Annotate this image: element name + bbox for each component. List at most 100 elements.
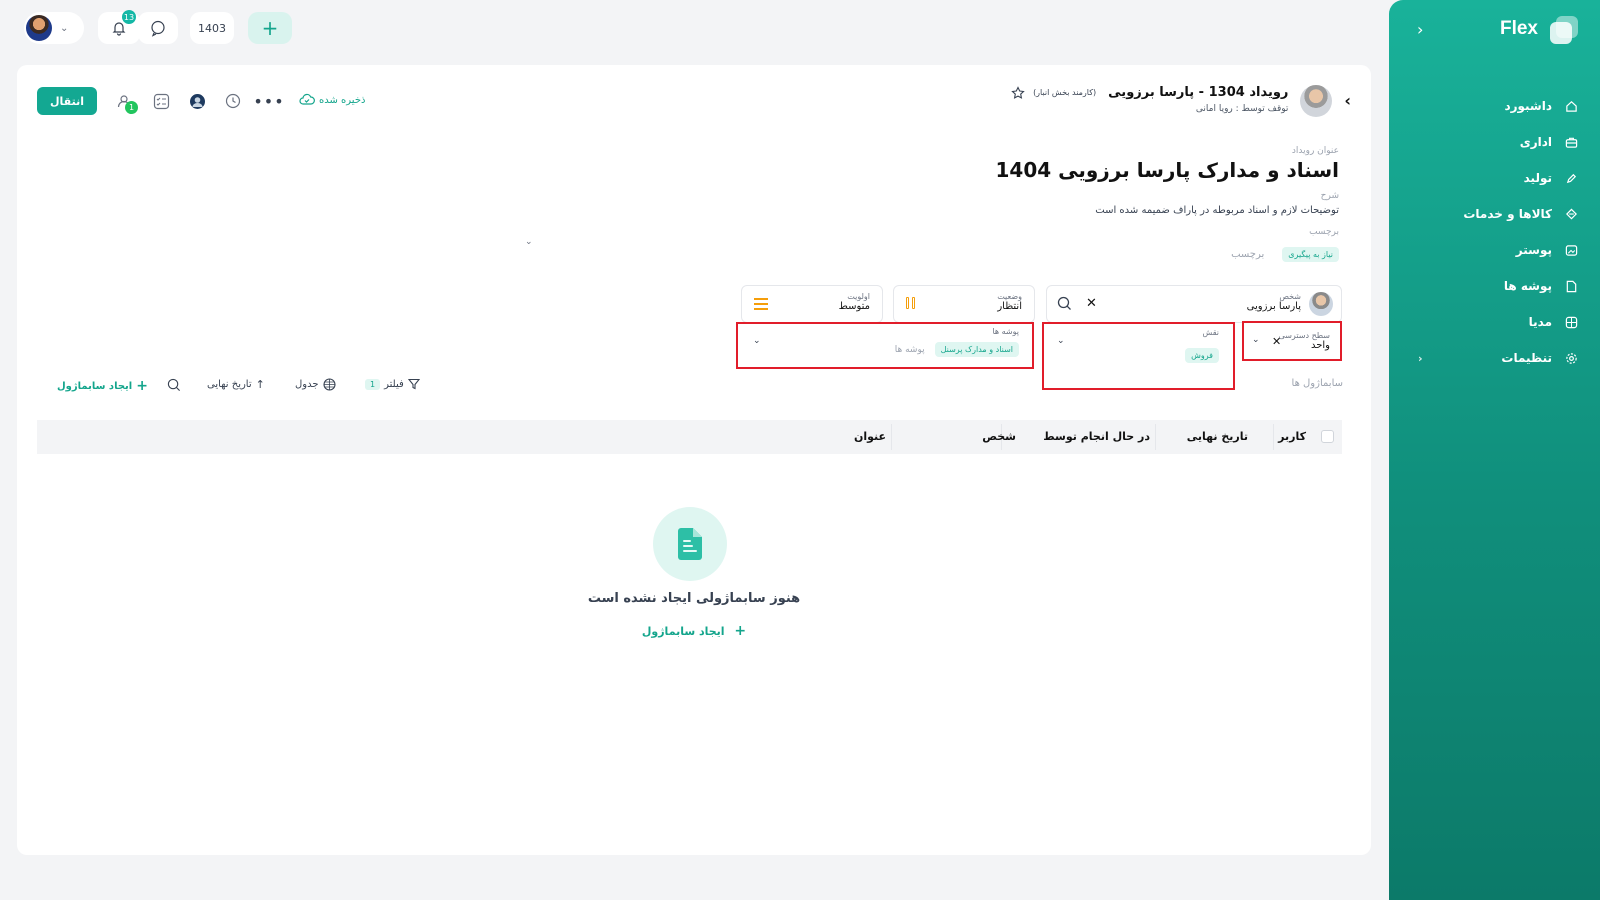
briefcase-icon bbox=[1564, 135, 1578, 149]
watchers-button[interactable]: 1 bbox=[115, 91, 138, 114]
history-button[interactable] bbox=[223, 91, 243, 111]
sidebar-item-dashboard[interactable]: داشبورد bbox=[1418, 88, 1578, 124]
event-header: › رویداد 1304 - پارسا برزویی (کارمند بخش… bbox=[1011, 85, 1351, 117]
watchers-count-badge: 1 bbox=[125, 101, 138, 114]
table-view-button[interactable]: جدول bbox=[295, 378, 336, 391]
home-icon bbox=[1564, 99, 1578, 113]
sidebar-item-production[interactable]: تولید bbox=[1418, 160, 1578, 196]
event-role: (کارمند بخش انبار) bbox=[1033, 88, 1097, 97]
title-field-label: عنوان رویداد bbox=[1291, 146, 1339, 156]
star-icon[interactable] bbox=[1011, 85, 1025, 100]
transfer-button[interactable]: انتقال bbox=[37, 87, 97, 115]
arrow-up-icon: ↑ bbox=[255, 378, 265, 391]
sidebar-item-label: مدیا bbox=[1528, 315, 1552, 329]
globe-icon bbox=[1564, 315, 1578, 329]
checklist-button[interactable] bbox=[151, 91, 171, 111]
expand-chevron-icon[interactable]: ⌄ bbox=[525, 237, 533, 247]
sidebar-item-admin[interactable]: اداری bbox=[1418, 124, 1578, 160]
pen-icon bbox=[1564, 171, 1578, 185]
create-subtask-button[interactable]: ایجاد سابماژول + bbox=[57, 378, 148, 394]
chevron-left-icon[interactable]: ‹ bbox=[1418, 352, 1423, 365]
tag-chip[interactable]: نیاز به پیگیری bbox=[1282, 247, 1339, 262]
sidebar-item-label: تولید bbox=[1523, 171, 1552, 185]
chat-icon bbox=[151, 20, 165, 37]
empty-create-subtask-button[interactable]: ایجاد سابماژول + bbox=[17, 623, 1371, 639]
filter-label: فیلتر bbox=[384, 378, 404, 390]
sidebar-item-label: اداری bbox=[1519, 135, 1552, 149]
plus-icon: + bbox=[734, 623, 747, 639]
user-menu[interactable]: ⌄ bbox=[24, 12, 84, 44]
column-header[interactable]: کاربر bbox=[1278, 430, 1306, 443]
event-title: رویداد 1304 - پارسا برزویی bbox=[1108, 85, 1289, 100]
sidebar-item-poster[interactable]: پوستر bbox=[1418, 232, 1578, 268]
sidebar-item-label: تنظیمات bbox=[1501, 351, 1552, 365]
clear-person-icon[interactable]: ✕ bbox=[1086, 296, 1097, 311]
column-header[interactable]: تاریخ نهایی bbox=[1187, 430, 1248, 443]
logo-mark-icon bbox=[1548, 14, 1578, 44]
table-view-label: جدول bbox=[295, 379, 319, 390]
person-field[interactable]: شخص پارسا برزویی ✕ bbox=[1046, 285, 1342, 323]
event-title-input[interactable]: اسناد و مدارک پارسا برزویی 1404 bbox=[995, 158, 1339, 182]
column-header[interactable]: در حال انجام توسط bbox=[1043, 430, 1150, 443]
brand-name: Flex bbox=[1499, 18, 1538, 39]
add-button[interactable]: + bbox=[248, 12, 292, 44]
plus-icon: + bbox=[136, 378, 148, 394]
avatar bbox=[26, 15, 52, 41]
status-label: وضعیت bbox=[997, 292, 1022, 301]
collapse-sidebar-icon[interactable]: ‹ bbox=[1417, 20, 1423, 39]
sort-due-date-button[interactable]: تاریخ نهایی ↑ bbox=[207, 378, 265, 391]
event-stopped-by: توقف توسط : رویا امانی bbox=[1195, 104, 1289, 114]
sidebar-item-label: کالاها و خدمات bbox=[1463, 207, 1552, 221]
subtasks-section-label: سابماژول ها bbox=[1291, 378, 1343, 389]
more-dots-icon: ••• bbox=[253, 91, 285, 111]
more-button[interactable]: ••• bbox=[253, 91, 283, 111]
person-label: شخص bbox=[1279, 292, 1301, 301]
status-field[interactable]: وضعیت انتظار bbox=[893, 285, 1035, 323]
notifications-button[interactable]: 13 bbox=[98, 10, 140, 44]
search-subtasks-button[interactable] bbox=[167, 378, 181, 392]
folders-highlight bbox=[736, 322, 1034, 369]
back-arrow-icon[interactable]: › bbox=[1344, 91, 1351, 110]
saved-status: ذخیره شده bbox=[299, 93, 365, 107]
grid-icon bbox=[322, 378, 336, 391]
empty-create-label: ایجاد سابماژول bbox=[641, 625, 725, 638]
empty-state-text: هنوز سابماژولی ایجاد نشده است bbox=[587, 591, 801, 606]
column-header[interactable]: عنوان bbox=[854, 430, 886, 443]
cloud-check-icon bbox=[299, 93, 315, 105]
sidebar-item-label: پوستر bbox=[1515, 243, 1552, 257]
select-all-checkbox[interactable] bbox=[1321, 430, 1334, 443]
column-header[interactable]: شخص bbox=[982, 430, 1016, 443]
filter-icon bbox=[407, 378, 420, 390]
sidebar-item-folders[interactable]: پوشه ها bbox=[1418, 268, 1578, 304]
priority-label: اولویت bbox=[847, 292, 870, 301]
person-value: پارسا برزویی bbox=[1246, 301, 1301, 312]
folder-icon bbox=[1564, 279, 1578, 293]
gear-icon bbox=[1564, 351, 1578, 365]
sidebar: Flex ‹ داشبورد اداری تولید کالاها و خدما… bbox=[1389, 0, 1600, 900]
tag-input[interactable]: برچسب bbox=[1231, 249, 1264, 260]
search-icon[interactable] bbox=[1057, 296, 1072, 311]
status-value: انتظار bbox=[997, 301, 1022, 312]
priority-medium-icon bbox=[754, 298, 768, 310]
priority-field[interactable]: اولویت متوسط bbox=[741, 285, 883, 323]
description-input[interactable]: توضیحات لازم و اسناد مربوطه در پاراف ضمی… bbox=[1095, 205, 1339, 216]
chat-button[interactable] bbox=[138, 12, 178, 44]
subtasks-table-header: کاربر تاریخ نهایی در حال انجام توسط شخص … bbox=[37, 420, 1342, 454]
assignee-button[interactable] bbox=[187, 91, 207, 111]
plus-icon: + bbox=[261, 16, 279, 40]
brand-logo[interactable]: Flex bbox=[1500, 14, 1578, 44]
event-avatar bbox=[1300, 85, 1333, 117]
sidebar-item-media[interactable]: مدیا bbox=[1418, 304, 1578, 340]
person-avatar bbox=[1309, 292, 1333, 316]
priority-value: متوسط bbox=[838, 301, 870, 312]
sidebar-item-goods-services[interactable]: کالاها و خدمات bbox=[1418, 196, 1578, 232]
description-label: شرح bbox=[1320, 191, 1339, 201]
chevron-down-icon: ⌄ bbox=[60, 22, 69, 34]
year-selector[interactable]: 1403 bbox=[190, 12, 234, 44]
filter-count-badge: 1 bbox=[365, 378, 381, 390]
sidebar-item-settings[interactable]: تنظیمات ‹ bbox=[1418, 340, 1578, 376]
role-highlight bbox=[1042, 322, 1235, 390]
filter-button[interactable]: 1 فیلتر bbox=[365, 378, 420, 390]
search-icon bbox=[167, 378, 180, 391]
checklist-icon bbox=[153, 93, 169, 109]
